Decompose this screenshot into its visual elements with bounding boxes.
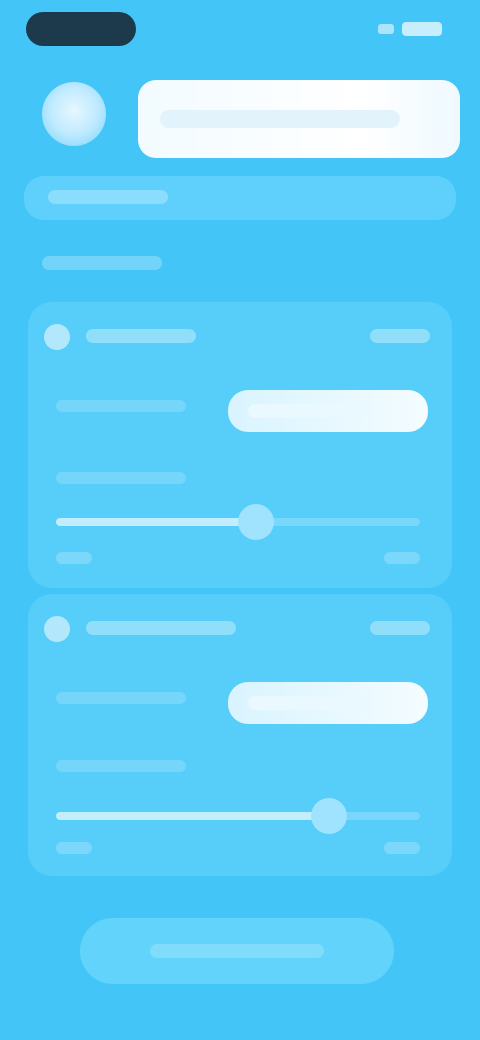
row-label-text xyxy=(86,329,87,330)
select-label-text xyxy=(56,692,57,693)
subtitle-bar xyxy=(24,176,456,220)
row-label-text xyxy=(86,621,87,622)
slider-max-text xyxy=(384,842,385,843)
slider-thumb[interactable] xyxy=(311,798,347,834)
slider-label xyxy=(56,472,186,484)
select-label xyxy=(56,400,186,412)
select-value-text xyxy=(228,682,229,683)
subtitle-line xyxy=(48,190,168,204)
signal-icon xyxy=(378,24,394,34)
slider-min-text xyxy=(56,552,57,553)
status-time-pill xyxy=(26,12,136,46)
slider-thumb[interactable] xyxy=(238,504,275,540)
select-label xyxy=(56,692,186,704)
select-value xyxy=(248,404,368,418)
slider-min xyxy=(56,552,92,564)
page-title xyxy=(138,80,139,81)
slider-min xyxy=(56,842,92,854)
section-label-1 xyxy=(42,256,162,270)
subtitle-text xyxy=(24,176,25,177)
select-value-text xyxy=(228,390,229,391)
row-label xyxy=(86,621,236,635)
row-value-text xyxy=(370,329,371,330)
settings-card-2 xyxy=(28,594,452,876)
slider-track[interactable] xyxy=(56,504,420,540)
settings-card-1 xyxy=(28,302,452,588)
row-value-text xyxy=(370,621,371,622)
slider-fill xyxy=(56,812,329,820)
slider-max xyxy=(384,552,420,564)
slider-max xyxy=(384,842,420,854)
row-value xyxy=(370,621,430,635)
header xyxy=(30,80,460,160)
status-time xyxy=(26,12,27,13)
slider-label-text xyxy=(56,472,57,473)
select-value xyxy=(248,696,368,710)
app-icon[interactable] xyxy=(42,82,106,146)
row-label xyxy=(86,329,196,343)
status-icons xyxy=(378,20,442,38)
title-field[interactable] xyxy=(138,80,460,158)
row-icon xyxy=(44,324,70,350)
slider-label xyxy=(56,760,186,772)
primary-button-label-line xyxy=(150,944,324,958)
primary-button[interactable] xyxy=(80,918,394,984)
title-placeholder xyxy=(160,110,400,128)
row-icon xyxy=(44,616,70,642)
section-label-text xyxy=(42,256,43,257)
slider-label-text xyxy=(56,760,57,761)
slider-min-text xyxy=(56,842,57,843)
battery-icon xyxy=(402,22,442,36)
select-dropdown[interactable] xyxy=(228,682,428,724)
slider-fill xyxy=(56,518,257,526)
select-dropdown[interactable] xyxy=(228,390,428,432)
row-value xyxy=(370,329,430,343)
slider-max-text xyxy=(384,552,385,553)
slider-track[interactable] xyxy=(56,798,420,834)
select-label-text xyxy=(56,400,57,401)
primary-button-label xyxy=(80,918,81,919)
